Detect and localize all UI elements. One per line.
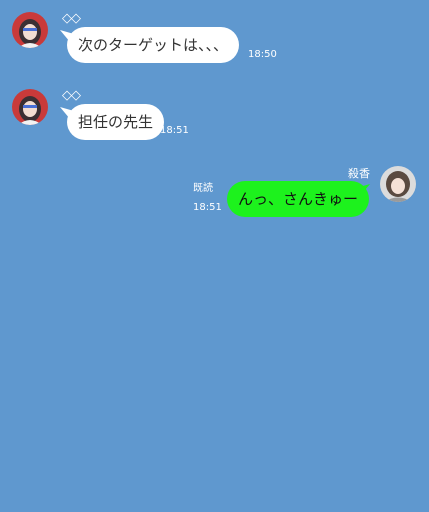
- user-avatar-icon[interactable]: [380, 166, 416, 202]
- sender-avatar-icon[interactable]: [12, 89, 48, 125]
- sender-name: ◇◇: [62, 11, 81, 26]
- sender-avatar-icon[interactable]: [12, 12, 48, 48]
- message-bubble[interactable]: んっ、さんきゅー: [227, 181, 370, 217]
- sender-name: 殺香: [348, 167, 370, 180]
- chat-area[interactable]: ◇◇ 次のターゲットは、、、 18:50 ◇◇ 担任の先生 18:51 殺香 ん…: [0, 0, 429, 512]
- message-bubble[interactable]: 担任の先生: [67, 104, 165, 140]
- read-receipt: 既読: [193, 183, 213, 194]
- message-bubble[interactable]: 次のターゲットは、、、: [67, 27, 240, 63]
- message-time: 18:50: [248, 49, 277, 60]
- message-time: 18:51: [193, 202, 222, 213]
- message-time: 18:51: [160, 125, 189, 136]
- sender-name: ◇◇: [62, 88, 81, 103]
